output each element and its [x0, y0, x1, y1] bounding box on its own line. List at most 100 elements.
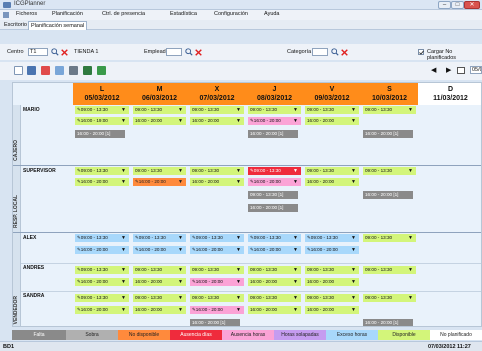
shift-cell[interactable]: ✎16:00 - 20:00 ▼: [75, 246, 129, 254]
shift-cell[interactable]: 16:00 - 20:00 ▼: [248, 306, 301, 314]
shift-cell[interactable]: 09:00 - 13:30 ▼: [363, 106, 416, 114]
shift-cell[interactable]: ✎16:00 - 20:00 ▼: [75, 278, 129, 286]
planning-icon[interactable]: [27, 66, 36, 75]
shift-cell[interactable]: 09:00 - 13:30 ▼: [190, 294, 244, 302]
shift-cell[interactable]: 16:00 - 20:00 ▼: [133, 117, 186, 125]
shift-cell[interactable]: 16:00 - 20:00 ▼: [190, 117, 244, 125]
shift-cell[interactable]: 16:00 - 20:00 ▼: [305, 306, 359, 314]
employee-alex[interactable]: ALEX: [21, 235, 73, 241]
add-row-icon[interactable]: [41, 66, 50, 75]
system-menu-icon[interactable]: [3, 12, 9, 18]
shift-cell[interactable]: 09:00 - 13:30 ▼: [305, 266, 359, 274]
shift-cell[interactable]: ✎09:00 - 13:30 ▼: [133, 234, 186, 242]
shift-cell[interactable]: ✎09:00 - 13:30 ▼: [75, 266, 129, 274]
shift-cell[interactable]: 16:00 - 20:00 ▼: [305, 178, 359, 186]
clear-icon[interactable]: [61, 49, 68, 56]
calendar-icon[interactable]: [457, 67, 465, 74]
search-icon[interactable]: [331, 48, 339, 56]
shift-cell[interactable]: 09:00 - 13:30 ▼: [190, 266, 244, 274]
employee-andres[interactable]: ANDRES: [21, 265, 73, 271]
new-document-icon[interactable]: [14, 66, 23, 75]
employee-sandra[interactable]: SANDRA: [21, 293, 73, 299]
clear-icon[interactable]: [195, 49, 202, 56]
menu-estadistica[interactable]: Estadística: [170, 11, 197, 17]
shift-cell[interactable]: 09:00 - 13:30 ▼: [190, 167, 244, 175]
shift-cell[interactable]: 09:00 - 13:30 ▼: [248, 266, 301, 274]
menu-ficheros[interactable]: Ficheros: [16, 11, 37, 17]
shift-cell[interactable]: ✎16:00 - 20:00 ▼: [190, 278, 244, 286]
shift-cell[interactable]: ✎09:00 - 13:30 ▼: [248, 167, 301, 175]
shift-cell[interactable]: 16:00 - 20:00 [1]: [363, 319, 413, 326]
shift-cell[interactable]: ✎09:00 - 13:30 ▼: [75, 234, 129, 242]
search-icon[interactable]: [51, 48, 59, 56]
shift-cell[interactable]: 09:00 - 13:30 [1]: [248, 191, 298, 199]
shift-cell[interactable]: 16:00 - 20:00 ▼: [190, 178, 244, 186]
shift-cell[interactable]: 09:00 - 13:30 ▼: [363, 294, 416, 302]
shift-cell[interactable]: 09:00 - 13:30 ▼: [133, 294, 186, 302]
copy-icon[interactable]: [55, 66, 64, 75]
shift-cell[interactable]: ✎09:00 - 13:30 ▼: [305, 234, 359, 242]
shift-cell[interactable]: 09:00 - 13:30 ▼: [363, 167, 416, 175]
shift-cell[interactable]: 16:00 - 20:00 ▼: [305, 278, 359, 286]
print-icon[interactable]: [69, 66, 78, 75]
menu-ayuda[interactable]: Ayuda: [264, 11, 280, 17]
employee-mario[interactable]: MARIO: [21, 107, 73, 113]
previous-week-button[interactable]: ◀: [431, 66, 436, 74]
shift-cell[interactable]: 09:00 - 13:30 ▼: [190, 106, 244, 114]
maximize-button[interactable]: □: [451, 1, 464, 9]
shift-cell[interactable]: ✎16:00 - 20:00 ▼: [248, 178, 301, 186]
tab-escritorio[interactable]: Escritorio: [2, 21, 29, 30]
shift-cell[interactable]: ✎16:00 - 20:00 ▼: [190, 246, 244, 254]
shift-cell[interactable]: 16:00 - 20:00 [1]: [190, 319, 240, 326]
shift-cell[interactable]: ✎09:00 - 13:30 ▼: [75, 294, 129, 302]
shift-cell[interactable]: 16:00 - 20:00 [1]: [248, 130, 298, 138]
shift-cell[interactable]: 16:00 - 20:00 [1]: [363, 130, 413, 138]
shift-cell[interactable]: ✎16:00 - 20:00 ▼: [133, 178, 186, 186]
shift-cell[interactable]: ✎16:00 - 20:00 ▼: [133, 246, 186, 254]
next-week-button[interactable]: ▶: [446, 66, 451, 74]
tab-planificacion-semanal[interactable]: Planificación semanal: [28, 21, 88, 30]
shift-cell[interactable]: ✎16:00 - 19:00 ▼: [75, 117, 129, 125]
shift-cell[interactable]: 09:00 - 13:30 ▼: [133, 106, 186, 114]
minimize-button[interactable]: –: [438, 1, 451, 9]
shift-cell[interactable]: 09:00 - 13:30 ▼: [248, 294, 301, 302]
menu-configuracion[interactable]: Configuración: [214, 11, 248, 17]
excel-icon[interactable]: [97, 66, 106, 75]
shift-cell[interactable]: 16:00 - 20:00 ▼: [133, 306, 186, 314]
shift-cell[interactable]: 09:00 - 13:30 ▼: [305, 294, 359, 302]
shift-cell[interactable]: ✎16:00 - 20:00 ▼: [305, 246, 359, 254]
shift-cell[interactable]: ✎16:00 - 20:00 ▼: [190, 306, 244, 314]
date-input[interactable]: 05/03/2012: [470, 66, 482, 74]
menu-ctrl-presencia[interactable]: Ctrl. de presencia: [102, 11, 145, 17]
shift-cell[interactable]: ✎16:00 - 20:00 ▼: [248, 117, 301, 125]
export-icon[interactable]: [83, 66, 92, 75]
shift-cell[interactable]: 09:00 - 13:30 ▼: [363, 266, 416, 274]
empleado-input[interactable]: [166, 48, 182, 56]
shift-cell[interactable]: 09:00 - 13:30 ▼: [305, 167, 359, 175]
shift-cell[interactable]: 16:00 - 20:00 ▼: [133, 278, 186, 286]
close-button[interactable]: ✕: [464, 1, 480, 9]
shift-cell[interactable]: 09:00 - 13:30 ▼: [133, 266, 186, 274]
search-icon[interactable]: [185, 48, 193, 56]
shift-cell[interactable]: 09:00 - 13:30 ▼: [248, 106, 301, 114]
shift-cell[interactable]: 16:00 - 20:00 [1]: [363, 191, 413, 199]
shift-cell[interactable]: 09:00 - 13:30 ▼: [305, 106, 359, 114]
shift-cell[interactable]: ✎09:00 - 13:30 ▼: [75, 106, 129, 114]
shift-cell[interactable]: ✎16:00 - 20:00 ▼: [248, 246, 301, 254]
no-planificados-checkbox[interactable]: [418, 49, 424, 55]
categoria-input[interactable]: [312, 48, 328, 56]
shift-cell[interactable]: 16:00 - 20:00 [1]: [248, 204, 298, 212]
shift-cell[interactable]: ✎09:00 - 13:30 ▼: [190, 234, 244, 242]
shift-cell[interactable]: 09:00 - 13:30 ▼: [363, 234, 416, 242]
employee-supervisor[interactable]: SUPERVISOR: [21, 168, 73, 174]
centro-input[interactable]: T1: [28, 48, 48, 56]
shift-cell[interactable]: ✎16:00 - 20:00 ▼: [75, 306, 129, 314]
shift-cell[interactable]: ✎16:00 - 20:00 ▼: [75, 178, 129, 186]
shift-cell[interactable]: ✎09:00 - 13:30 ▼: [248, 234, 301, 242]
shift-cell[interactable]: 16:00 - 20:00 ▼: [248, 278, 301, 286]
menu-planificacion[interactable]: Planificación: [52, 11, 83, 17]
shift-cell[interactable]: 09:00 - 13:30 ▼: [133, 167, 186, 175]
clear-icon[interactable]: [341, 49, 348, 56]
shift-cell[interactable]: 16:00 - 20:00 ▼: [305, 117, 359, 125]
shift-cell[interactable]: ✎09:00 - 13:30 ▼: [75, 167, 129, 175]
